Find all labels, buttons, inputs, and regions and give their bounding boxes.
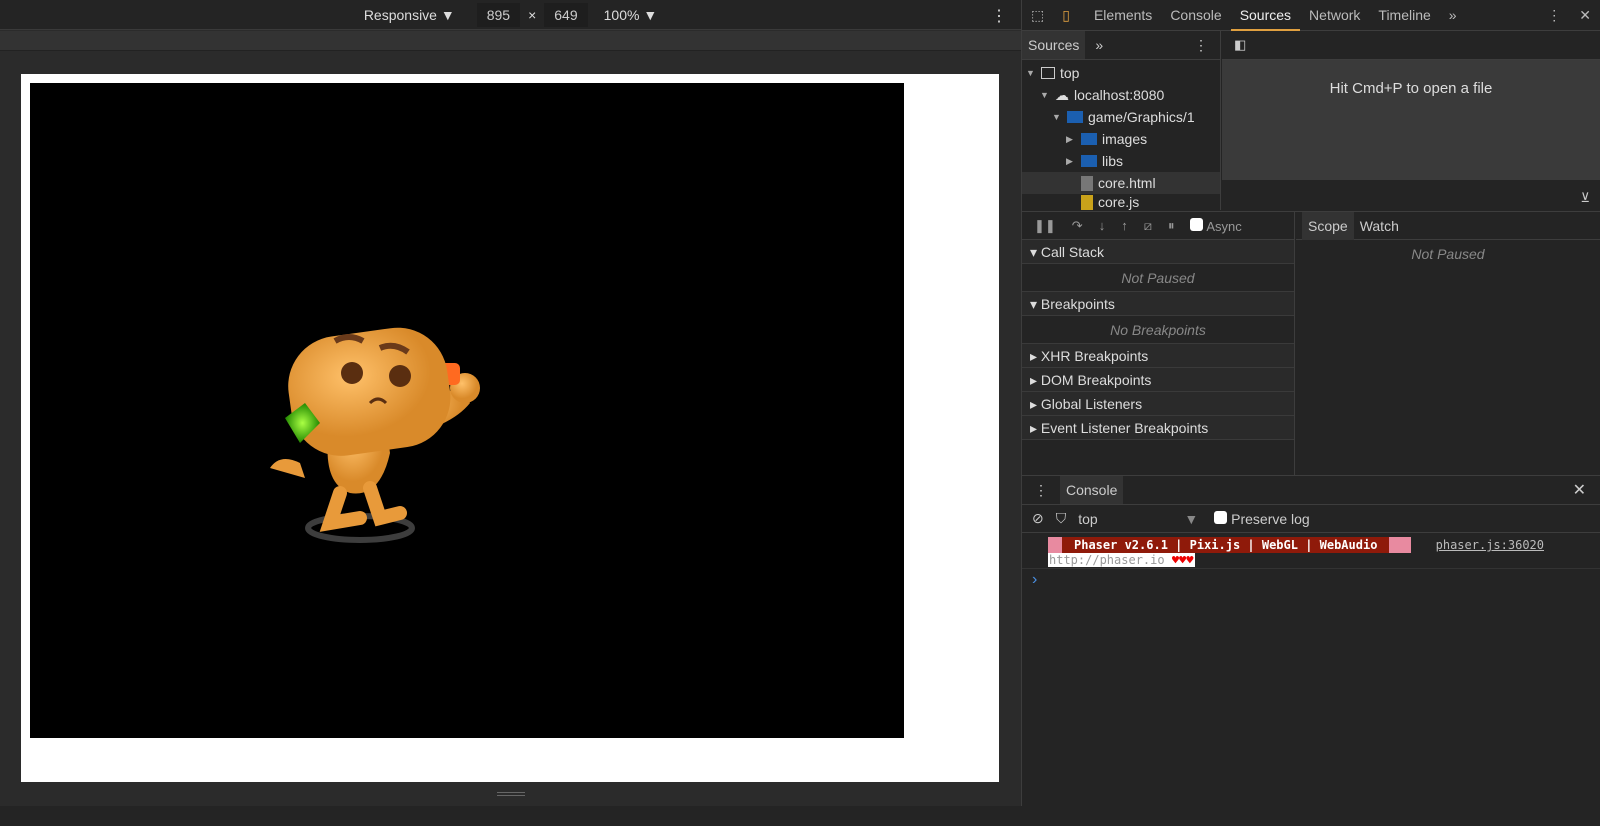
toggle-debugger-icon[interactable]: ⊻ bbox=[1580, 190, 1590, 206]
pause-on-exceptions-icon[interactable]: ⏸ bbox=[1168, 218, 1175, 234]
tree-item-localhost[interactable]: ▼ ☁ localhost:8080 bbox=[1022, 84, 1220, 106]
js-file-icon bbox=[1081, 194, 1093, 210]
device-label: Responsive bbox=[363, 6, 437, 23]
tree-label: core.js bbox=[1098, 194, 1140, 210]
tree-item-libs[interactable]: ▶ libs bbox=[1022, 150, 1220, 172]
width-input[interactable]: 895 bbox=[476, 2, 521, 27]
preserve-log-checkbox[interactable]: Preserve log bbox=[1214, 510, 1310, 527]
context-select[interactable]: top ▼ bbox=[1078, 511, 1198, 527]
more-tabs-icon[interactable]: » bbox=[1440, 0, 1466, 31]
navigator-tab-sources[interactable]: Sources bbox=[1022, 31, 1086, 59]
breakpoints-empty: No Breakpoints bbox=[1022, 316, 1294, 344]
height-input[interactable]: 649 bbox=[544, 2, 588, 27]
console-drawer: ⋮ Console ✕ ⊘ ⛉ top ▼ Preserve log Phaser… bbox=[1022, 475, 1600, 806]
resize-handle-bar[interactable] bbox=[0, 782, 1021, 806]
xhr-breakpoints-section[interactable]: ▸ XHR Breakpoints bbox=[1022, 344, 1294, 368]
devtools-tabbar: ⬚ ▯ Elements Console Sources Network Tim… bbox=[1022, 0, 1600, 31]
more-options-icon[interactable]: ⋮ bbox=[991, 6, 1007, 26]
tree-label: top bbox=[1060, 65, 1080, 81]
step-over-icon[interactable]: ↷ bbox=[1072, 218, 1083, 234]
device-mode-icon[interactable]: ▯ bbox=[1053, 0, 1079, 31]
clear-console-icon[interactable]: ⊘ bbox=[1032, 510, 1044, 527]
breakpoints-section[interactable]: ▾ Breakpoints bbox=[1022, 292, 1294, 316]
tree-item-core-html[interactable]: core.html bbox=[1022, 172, 1220, 194]
devtools-menu-icon[interactable]: ⋮ bbox=[1538, 0, 1570, 31]
phaser-banner: Phaser v2.6.1 | Pixi.js | WebGL | WebAud… bbox=[1074, 538, 1378, 552]
tab-sources[interactable]: Sources bbox=[1230, 0, 1301, 31]
navigator-more-icon[interactable]: » bbox=[1095, 37, 1103, 53]
phaser-link[interactable]: http://phaser.io bbox=[1049, 553, 1165, 567]
file-navigator: Sources » ⋮ ▼ top ▼ ☁ localhost:8080 ▼ game/… bbox=[1022, 31, 1221, 210]
drawer-menu-icon[interactable]: ⋮ bbox=[1022, 482, 1060, 499]
step-out-icon[interactable]: ↑ bbox=[1121, 218, 1128, 233]
tree-label: images bbox=[1102, 131, 1148, 147]
call-stack-empty: Not Paused bbox=[1022, 264, 1294, 292]
tab-elements[interactable]: Elements bbox=[1085, 0, 1161, 31]
async-checkbox[interactable]: Async bbox=[1190, 217, 1242, 234]
cloud-icon: ☁ bbox=[1055, 87, 1069, 103]
times-sign: × bbox=[528, 6, 537, 23]
tree-item-core-js[interactable]: core.js bbox=[1022, 194, 1220, 210]
debugger-pane: ❚❚ ↷ ↓ ↑ ⧄ ⏸ Async ▾ Call Stack Not Paus… bbox=[1022, 211, 1600, 476]
dom-breakpoints-section[interactable]: ▸ DOM Breakpoints bbox=[1022, 368, 1294, 392]
frame-icon bbox=[1041, 67, 1055, 79]
scope-empty: Not Paused bbox=[1411, 246, 1485, 262]
tab-network[interactable]: Network bbox=[1300, 0, 1369, 31]
zoom-label: 100% bbox=[603, 6, 640, 23]
close-drawer-icon[interactable]: ✕ bbox=[1573, 480, 1586, 500]
devtools-panel: ⬚ ▯ Elements Console Sources Network Tim… bbox=[1022, 0, 1600, 806]
event-listener-breakpoints-section[interactable]: ▸ Event Listener Breakpoints bbox=[1022, 416, 1294, 440]
editor-pane: ◧ Hit Cmd+P to open a file ⊻ bbox=[1222, 31, 1600, 210]
folder-icon bbox=[1081, 155, 1097, 167]
step-into-icon[interactable]: ↓ bbox=[1099, 218, 1106, 233]
context-label: top bbox=[1078, 510, 1098, 527]
file-icon bbox=[1081, 175, 1093, 191]
folder-icon bbox=[1081, 133, 1097, 145]
tree-label: game/Graphics/1 bbox=[1088, 109, 1195, 125]
preserve-log-label: Preserve log bbox=[1231, 510, 1310, 527]
hearts: ♥♥♥ bbox=[1171, 553, 1194, 567]
source-link[interactable]: phaser.js:36020 bbox=[1436, 538, 1544, 552]
pause-icon[interactable]: ❚❚ bbox=[1034, 218, 1056, 234]
folder-icon bbox=[1067, 111, 1083, 123]
console-prompt[interactable]: › bbox=[1022, 569, 1600, 591]
tree-item-game-folder[interactable]: ▼ game/Graphics/1 bbox=[1022, 106, 1220, 128]
drawer-tab-console[interactable]: Console bbox=[1060, 476, 1124, 504]
navigator-menu-icon[interactable]: ⋮ bbox=[1194, 37, 1208, 54]
close-devtools-icon[interactable]: ✕ bbox=[1570, 0, 1600, 31]
tree-label: localhost:8080 bbox=[1074, 87, 1165, 103]
filter-icon[interactable]: ⛉ bbox=[1056, 510, 1067, 527]
tree-label: core.html bbox=[1098, 175, 1156, 191]
game-canvas[interactable] bbox=[30, 83, 904, 738]
media-query-bar[interactable] bbox=[0, 31, 1021, 51]
editor-hint: Hit Cmd+P to open a file bbox=[1222, 60, 1600, 180]
tab-timeline[interactable]: Timeline bbox=[1369, 0, 1439, 31]
device-toolbar: Responsive ▼ 895 × 649 100% ▼ ⋮ bbox=[0, 0, 1021, 30]
tab-console[interactable]: Console bbox=[1161, 0, 1230, 31]
tab-watch[interactable]: Watch bbox=[1354, 218, 1405, 234]
inspect-element-icon[interactable]: ⬚ bbox=[1022, 0, 1053, 31]
zoom-select[interactable]: 100% ▼ bbox=[604, 7, 658, 23]
deactivate-breakpoints-icon[interactable]: ⧄ bbox=[1144, 218, 1152, 234]
async-label: Async bbox=[1206, 218, 1242, 234]
tab-scope[interactable]: Scope bbox=[1302, 211, 1354, 240]
tree-item-top[interactable]: ▼ top bbox=[1022, 62, 1220, 84]
tree-item-images[interactable]: ▶ images bbox=[1022, 128, 1220, 150]
game-character-sprite bbox=[270, 327, 480, 543]
tree-label: libs bbox=[1102, 153, 1124, 169]
global-listeners-section[interactable]: ▸ Global Listeners bbox=[1022, 392, 1294, 416]
device-select[interactable]: Responsive ▼ bbox=[364, 7, 455, 23]
console-message: Phaser v2.6.1 | Pixi.js | WebGL | WebAud… bbox=[1022, 533, 1600, 569]
toggle-navigator-icon[interactable]: ◧ bbox=[1222, 31, 1600, 60]
call-stack-section[interactable]: ▾ Call Stack bbox=[1022, 240, 1294, 264]
